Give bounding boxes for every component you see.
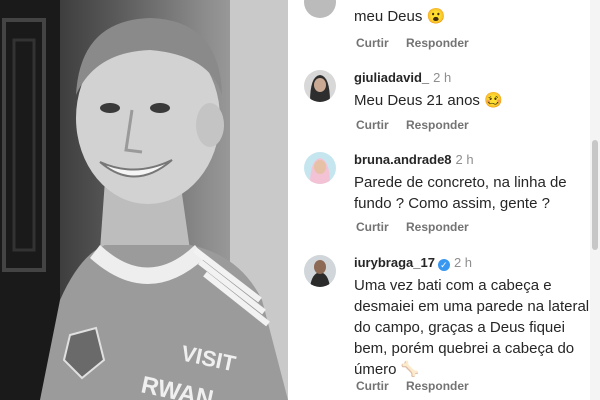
comments-panel[interactable]: meu Deus 😮 Curtir Responder giuliadavid_… xyxy=(288,0,600,400)
woozy-emoji-icon: 🥴 xyxy=(484,92,503,109)
comment-text: Meu Deus 21 anos 🥴 xyxy=(354,92,503,109)
verified-badge-icon: ✓ xyxy=(437,259,450,271)
reply-button[interactable]: Responder xyxy=(406,36,469,50)
comment-header: giuliadavid_ 2 h xyxy=(354,70,451,86)
scrollbar-thumb[interactable] xyxy=(592,140,598,250)
comment-username[interactable]: iurybraga_17 xyxy=(354,255,435,270)
comment-text: Uma vez bati com a cabeça e desmaiei em … xyxy=(354,277,590,378)
avatar[interactable] xyxy=(304,70,336,102)
like-comment-button[interactable]: Curtir xyxy=(356,220,389,234)
avatar[interactable] xyxy=(304,255,336,287)
reply-button[interactable]: Responder xyxy=(406,118,469,132)
comment-time: 2 h xyxy=(433,70,452,85)
comment-item: bruna.andrade8 2 h Parede de concreto, na… xyxy=(304,152,574,242)
comment-username[interactable]: bruna.andrade8 xyxy=(354,152,452,167)
comment-time: 2 h xyxy=(453,255,473,270)
comment-item: meu Deus 😮 Curtir Responder xyxy=(304,0,574,56)
avatar[interactable] xyxy=(304,0,336,18)
comment-header: bruna.andrade8 2 h xyxy=(354,152,474,168)
like-comment-button[interactable]: Curtir xyxy=(356,379,389,393)
bone-emoji-icon: 🦴 xyxy=(400,361,420,378)
comments-scrollbar[interactable] xyxy=(590,0,600,400)
comment-username[interactable]: giuliadavid_ xyxy=(354,70,429,85)
comment-header: iurybraga_17 ✓ 2 h xyxy=(354,255,472,271)
comment-item: iurybraga_17 ✓ 2 h Uma vez bati com a cabe… xyxy=(304,255,589,400)
comment-actions: Curtir Responder xyxy=(356,118,469,132)
comment-text: Parede de concreto, na linha de fundo ? … xyxy=(354,174,567,212)
comment-actions: Curtir Responder xyxy=(356,379,469,393)
comment-text: meu Deus 😮 xyxy=(354,8,446,25)
comment-actions: Curtir Responder xyxy=(356,220,469,234)
like-comment-button[interactable]: Curtir xyxy=(356,118,389,132)
reply-button[interactable]: Responder xyxy=(406,220,469,234)
surprised-emoji-icon: 😮 xyxy=(426,8,446,25)
like-comment-button[interactable]: Curtir xyxy=(356,36,389,50)
post-photo: VISIT RWAN xyxy=(0,0,288,400)
comment-actions: Curtir Responder xyxy=(356,36,469,50)
player-photo-illustration: VISIT RWAN xyxy=(0,0,288,400)
comment-item: giuliadavid_ 2 h Meu Deus 21 anos 🥴 Curti… xyxy=(304,70,574,140)
avatar[interactable] xyxy=(304,152,336,184)
reply-button[interactable]: Responder xyxy=(406,379,469,393)
comment-time: 2 h xyxy=(455,152,474,167)
